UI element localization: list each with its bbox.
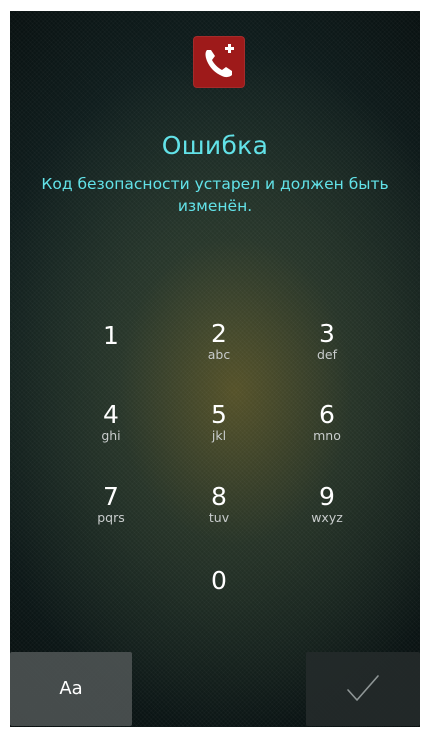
key-letters: tuv (208, 510, 230, 525)
key-letters: def (316, 347, 338, 362)
key-letters: abc (207, 347, 231, 362)
key-digit: 3 (319, 319, 335, 348)
key-letters: ghi (101, 428, 121, 443)
key-digit: 8 (211, 482, 227, 511)
key-digit: 1 (103, 321, 119, 350)
key-5[interactable]: 5 jkl (171, 390, 267, 464)
key-digit: 0 (211, 566, 227, 595)
key-9[interactable]: 9 wxyz (279, 472, 375, 546)
error-message: Код безопасности устарел и должен быть и… (41, 175, 389, 215)
phone-plus-icon (193, 36, 245, 88)
unlock-screen: Ошибка Код безопасности устарел и должен… (10, 11, 420, 727)
key-digit: 9 (319, 482, 335, 511)
confirm-button[interactable] (306, 652, 420, 726)
key-digit: 4 (103, 400, 119, 429)
key-0[interactable]: 0 (171, 554, 267, 628)
keyboard-toggle-button[interactable]: Aa (10, 652, 132, 726)
key-letters: wxyz (311, 510, 343, 525)
key-digit: 5 (211, 400, 227, 429)
numeric-keypad: 1 2 abc 3 def 4 ghi 5 jkl 6 mno 7 pqrs 8 (55, 309, 385, 639)
error-title: Ошибка (161, 131, 269, 160)
key-3[interactable]: 3 def (279, 309, 375, 383)
key-letters: jkl (211, 428, 227, 443)
key-6[interactable]: 6 mno (279, 390, 375, 464)
key-1[interactable]: 1 (63, 309, 159, 383)
key-8[interactable]: 8 tuv (171, 472, 267, 546)
checkmark-icon (347, 675, 379, 701)
key-7[interactable]: 7 pqrs (63, 472, 159, 546)
key-digit: 6 (319, 400, 335, 429)
key-digit: 7 (103, 482, 119, 511)
key-4[interactable]: 4 ghi (63, 390, 159, 464)
key-2[interactable]: 2 abc (171, 309, 267, 383)
key-letters: mno (313, 428, 341, 443)
key-digit: 2 (211, 319, 227, 348)
key-letters: pqrs (97, 510, 125, 525)
